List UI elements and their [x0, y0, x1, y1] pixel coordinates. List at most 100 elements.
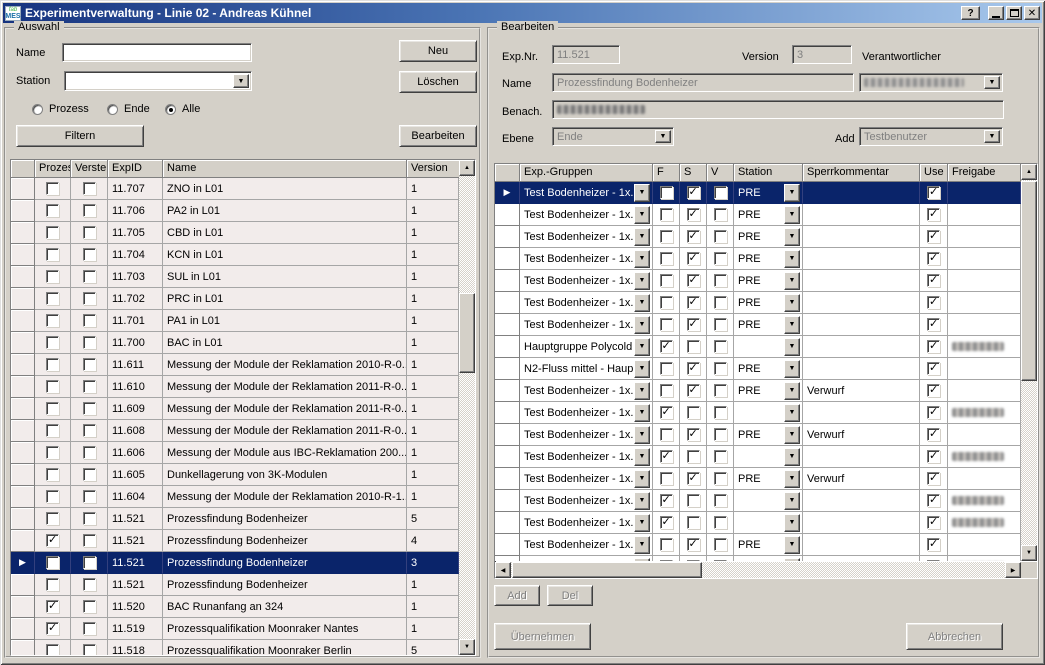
freigabe-cell[interactable] — [948, 270, 1021, 292]
row-selector[interactable]: ▶ — [495, 204, 520, 226]
versteckt-checkbox[interactable] — [83, 578, 96, 591]
s-checkbox[interactable] — [687, 516, 700, 529]
name-cell[interactable]: ZNO in L01 — [163, 178, 407, 200]
s-checkbox[interactable] — [687, 296, 700, 309]
row-selector[interactable]: ▶ — [495, 380, 520, 402]
use-checkbox[interactable] — [927, 208, 940, 221]
version-cell[interactable]: 1 — [407, 244, 459, 266]
row-selector[interactable]: ▶ — [11, 640, 35, 655]
name-cell[interactable]: Messung der Module aus IBC-Reklamation 2… — [163, 442, 407, 464]
station-cell[interactable]: ▼ — [734, 490, 803, 512]
row-selector[interactable]: ▶ — [11, 266, 35, 288]
s-cell[interactable] — [680, 380, 707, 402]
use-checkbox[interactable] — [927, 340, 940, 353]
chevron-down-icon[interactable]: ▼ — [634, 492, 650, 510]
versteckt-checkbox[interactable] — [83, 380, 96, 393]
prozess-checkbox[interactable] — [46, 270, 59, 283]
scroll-down-icon[interactable]: ▼ — [1021, 545, 1037, 561]
radio-prozess[interactable]: Prozess — [32, 103, 89, 115]
versteckt-cell[interactable] — [71, 310, 108, 332]
s-checkbox[interactable] — [687, 230, 700, 243]
f-cell[interactable] — [653, 336, 680, 358]
gruppe-cell[interactable]: Hauptgruppe Polycold ▼ — [520, 336, 653, 358]
prozess-cell[interactable] — [35, 266, 71, 288]
f-checkbox[interactable] — [660, 450, 673, 463]
use-cell[interactable] — [920, 314, 948, 336]
expid-cell[interactable]: 11.518 — [108, 640, 163, 655]
v-cell[interactable] — [707, 336, 734, 358]
table-row[interactable]: ▶ 11.521 Prozessfindung Bodenheizer 4 — [11, 530, 459, 552]
table-row[interactable]: ▶ 11.518 Prozessqualifikation Moonraker … — [11, 640, 459, 655]
s-cell[interactable] — [680, 512, 707, 534]
f-cell[interactable] — [653, 204, 680, 226]
gruppe-cell[interactable]: Test Bodenheizer - 1x... ▼ — [520, 248, 653, 270]
s-cell[interactable] — [680, 358, 707, 380]
expid-cell[interactable]: 11.704 — [108, 244, 163, 266]
v-checkbox[interactable] — [714, 296, 727, 309]
table-row[interactable]: ▶ Test Bodenheizer - 1x... ▼ ▼ — [495, 490, 1021, 512]
expid-cell[interactable]: 11.521 — [108, 530, 163, 552]
version-cell[interactable]: 1 — [407, 178, 459, 200]
row-selector[interactable]: ▶ — [11, 442, 35, 464]
prozess-cell[interactable] — [35, 508, 71, 530]
expid-cell[interactable]: 11.521 — [108, 508, 163, 530]
use-checkbox[interactable] — [927, 296, 940, 309]
f-checkbox[interactable] — [660, 406, 673, 419]
freigabe-cell[interactable] — [948, 226, 1021, 248]
prozess-checkbox[interactable] — [46, 402, 59, 415]
freigabe-cell[interactable] — [948, 446, 1021, 468]
table-row[interactable]: ▶ 11.704 KCN in L01 1 — [11, 244, 459, 266]
use-checkbox[interactable] — [927, 186, 940, 199]
radio-ende[interactable]: Ende — [107, 103, 150, 115]
versteckt-cell[interactable] — [71, 266, 108, 288]
version-cell[interactable]: 1 — [407, 222, 459, 244]
row-selector[interactable]: ▶ — [11, 288, 35, 310]
scroll-down-icon[interactable]: ▼ — [459, 639, 475, 655]
table-row[interactable]: ▶ Test Bodenheizer - 1x... ▼ PRE ▼ Verwu… — [495, 380, 1021, 402]
name-cell[interactable]: Messung der Module der Reklamation 2011-… — [163, 376, 407, 398]
v-checkbox[interactable] — [714, 560, 727, 561]
s-cell[interactable] — [680, 226, 707, 248]
prozess-cell[interactable] — [35, 222, 71, 244]
gruppe-cell[interactable]: Test Bodenheizer - 1x... ▼ — [520, 182, 653, 204]
chevron-down-icon[interactable]: ▼ — [634, 558, 650, 562]
v-cell[interactable] — [707, 358, 734, 380]
use-cell[interactable] — [920, 292, 948, 314]
versteckt-cell[interactable] — [71, 552, 108, 574]
name-cell[interactable]: Prozessfindung Bodenheizer — [163, 574, 407, 596]
chevron-down-icon[interactable]: ▼ — [634, 228, 650, 246]
uebernehmen-button[interactable]: Übernehmen — [494, 623, 591, 650]
gruppe-cell[interactable]: Test Bodenheizer - 1x... ▼ — [520, 204, 653, 226]
v-cell[interactable] — [707, 402, 734, 424]
row-selector[interactable]: ▶ — [495, 292, 520, 314]
expid-cell[interactable]: 11.702 — [108, 288, 163, 310]
s-cell[interactable] — [680, 424, 707, 446]
neu-button[interactable]: Neu — [399, 40, 477, 62]
table-row[interactable]: ▶ 11.611 Messung der Module der Reklamat… — [11, 354, 459, 376]
row-selector[interactable]: ▶ — [495, 424, 520, 446]
f-cell[interactable] — [653, 402, 680, 424]
v-checkbox[interactable] — [714, 494, 727, 507]
table-row[interactable]: ▶ Test Bodenheizer - 1x... ▼ PRE ▼ — [495, 248, 1021, 270]
row-selector[interactable]: ▶ — [495, 402, 520, 424]
expid-cell[interactable]: 11.609 — [108, 398, 163, 420]
row-selector[interactable]: ▶ — [495, 556, 520, 561]
use-checkbox[interactable] — [927, 494, 940, 507]
expid-cell[interactable]: 11.703 — [108, 266, 163, 288]
use-cell[interactable] — [920, 490, 948, 512]
maximize-button[interactable] — [1006, 6, 1022, 20]
col-gruppe[interactable]: Exp.-Gruppen — [520, 164, 653, 182]
version-cell[interactable]: 1 — [407, 376, 459, 398]
table-row[interactable]: ▶ 11.520 BAC Runanfang an 324 1 — [11, 596, 459, 618]
station-cell[interactable]: ▼ — [734, 402, 803, 424]
versteckt-checkbox[interactable] — [83, 490, 96, 503]
table-row[interactable]: ▶ Test Bodenheizer - 1x... ▼ PRE ▼ — [495, 182, 1021, 204]
expid-cell[interactable]: 11.611 — [108, 354, 163, 376]
col-station[interactable]: Station — [734, 164, 803, 182]
prozess-cell[interactable] — [35, 596, 71, 618]
v-checkbox[interactable] — [714, 230, 727, 243]
versteckt-cell[interactable] — [71, 178, 108, 200]
table-row[interactable]: ▶ 11.707 ZNO in L01 1 — [11, 178, 459, 200]
v-cell[interactable] — [707, 292, 734, 314]
f-checkbox[interactable] — [660, 560, 673, 561]
